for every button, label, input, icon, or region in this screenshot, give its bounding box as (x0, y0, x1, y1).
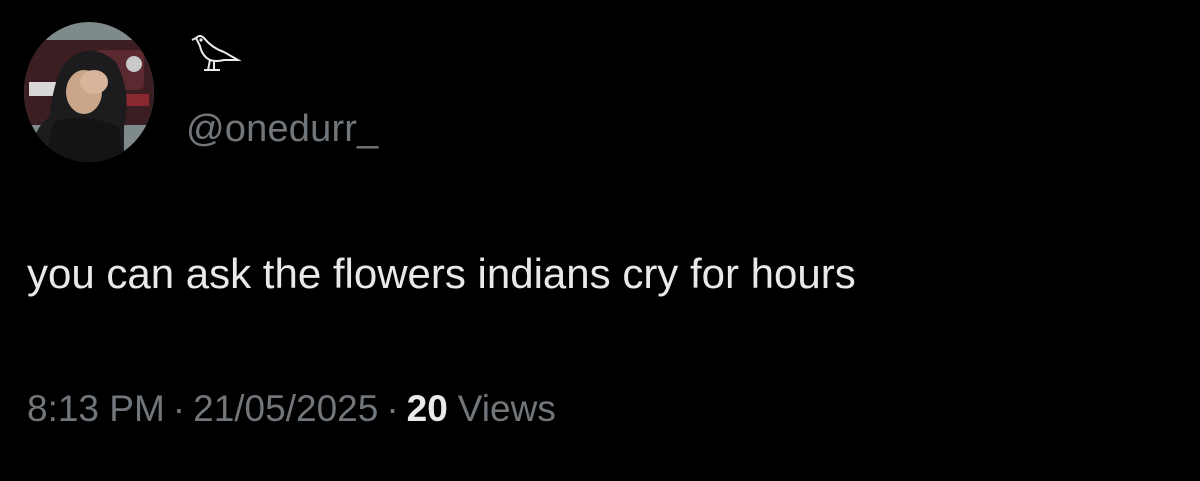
tweet-time[interactable]: 8:13 PM (27, 388, 165, 430)
bird-icon (190, 30, 242, 76)
views-count: 20 (406, 388, 448, 429)
separator: · (172, 388, 186, 429)
tweet-text: you can ask the flowers indians cry for … (27, 250, 856, 297)
views-label: Views (457, 388, 556, 429)
separator: · (386, 388, 399, 429)
avatar-image (24, 22, 154, 162)
tweet-date[interactable]: 21/05/2025 (193, 388, 378, 430)
avatar[interactable] (24, 22, 154, 162)
tweet: @onedurr_ you can ask the flowers indian… (0, 0, 1200, 481)
author-handle[interactable]: @onedurr_ (186, 108, 379, 151)
tweet-metadata: 8:13 PM · 21/05/2025 · 20 Views (27, 388, 556, 430)
